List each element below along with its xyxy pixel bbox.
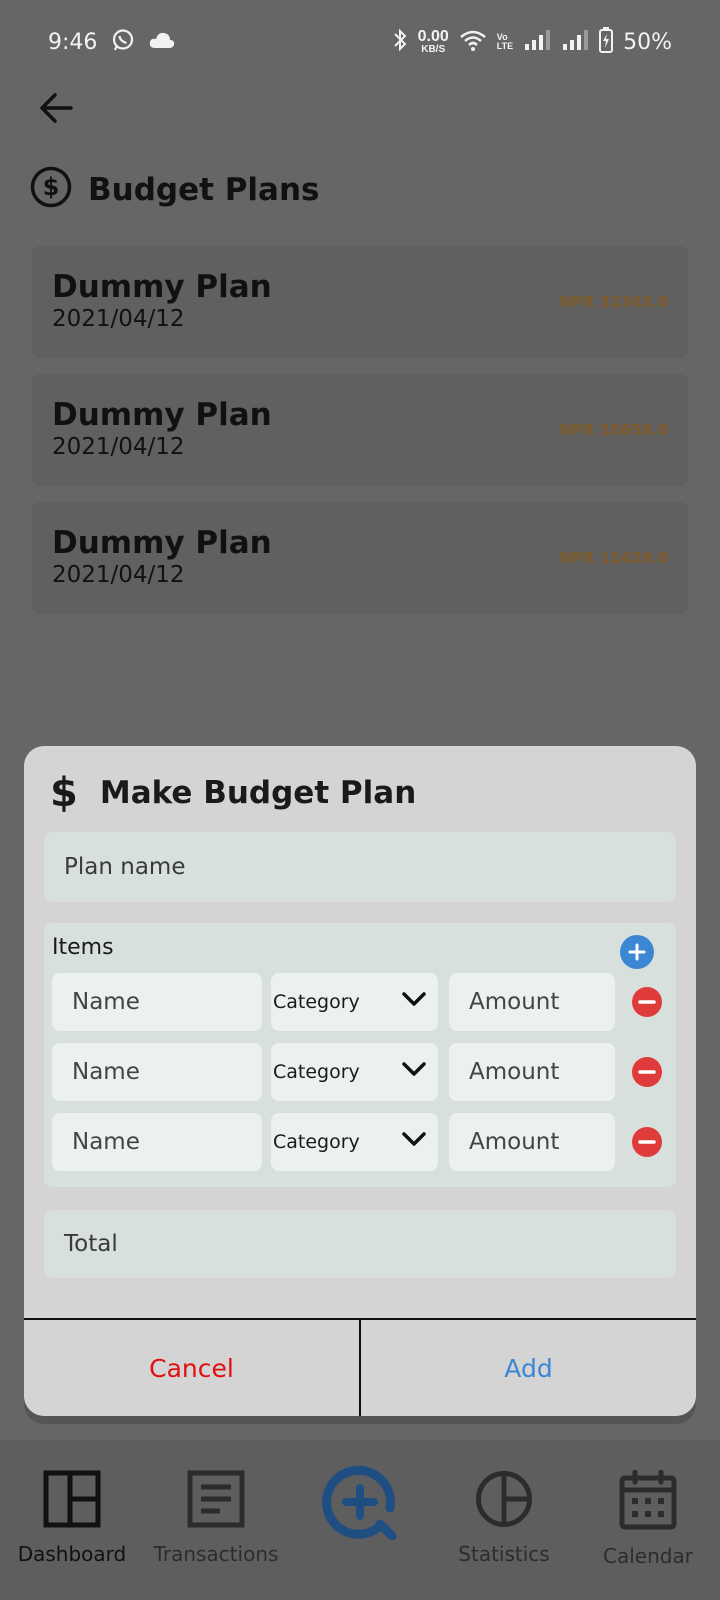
bottom-nav: Dashboard Transactions Statistics Calend… [0, 1440, 720, 1600]
add-button[interactable]: Add [361, 1320, 696, 1416]
plan-card[interactable]: Dummy Plan 2021/04/12 NPR 55858.0 [32, 374, 688, 486]
item-amount-input[interactable]: Amount [449, 1043, 615, 1101]
pie-chart-icon [476, 1471, 532, 1527]
back-button[interactable] [34, 86, 78, 130]
status-time: 9:46 [48, 29, 98, 55]
item-category-value: Category [273, 1131, 360, 1153]
add-item-button[interactable] [620, 935, 654, 969]
nav-statistics[interactable]: Statistics [434, 1470, 574, 1566]
dollar-circle-icon: $ [30, 166, 72, 213]
arrow-left-icon [40, 93, 73, 123]
battery-percent: 50% [623, 29, 672, 55]
nav-label: Transactions [153, 1542, 279, 1566]
whatsapp-icon [111, 28, 135, 57]
item-row: Name Category Amount [52, 1043, 672, 1101]
svg-text:$: $ [43, 173, 60, 201]
plan-card[interactable]: Dummy Plan 2021/04/12 NPR 11429.0 [32, 502, 688, 614]
minus-icon [638, 1000, 656, 1004]
item-category-value: Category [273, 991, 360, 1013]
plus-icon [628, 943, 646, 961]
nav-calendar[interactable]: Calendar [578, 1470, 718, 1568]
item-row: Name Category Amount [52, 1113, 672, 1171]
items-label: Items [52, 935, 114, 960]
signal-icon [561, 29, 589, 55]
remove-item-button[interactable] [632, 987, 662, 1017]
make-budget-plan-dialog: $ Make Budget Plan Plan name Items Name … [24, 746, 696, 1416]
nav-label: Calendar [603, 1544, 693, 1568]
minus-icon [638, 1070, 656, 1074]
item-name-input[interactable]: Name [52, 1113, 262, 1171]
plan-amount: NPR 55858.0 [559, 421, 668, 439]
item-amount-input[interactable]: Amount [449, 973, 615, 1031]
nav-transactions[interactable]: Transactions [146, 1470, 286, 1566]
cloud-icon [149, 31, 175, 54]
plan-list: Dummy Plan 2021/04/12 NPR 32363.0 Dummy … [32, 246, 688, 630]
item-amount-input[interactable]: Amount [449, 1113, 615, 1171]
plan-card[interactable]: Dummy Plan 2021/04/12 NPR 32363.0 [32, 246, 688, 358]
remove-item-button[interactable] [632, 1057, 662, 1087]
status-left: 9:46 [48, 28, 175, 57]
battery-icon [599, 26, 614, 58]
plan-amount: NPR 11429.0 [559, 549, 668, 567]
dialog-actions: Cancel Add [24, 1318, 696, 1416]
nav-label: Statistics [458, 1542, 550, 1566]
dollar-icon: $ [50, 770, 78, 816]
item-category-select[interactable]: Category [271, 1113, 438, 1171]
items-section: Items Name Category Amount Name Category… [44, 923, 676, 1187]
net-speed-value: 0.00 [417, 28, 449, 45]
item-category-value: Category [273, 1061, 360, 1083]
dialog-title: Make Budget Plan [99, 775, 417, 811]
calendar-icon [619, 1470, 677, 1530]
total-field[interactable]: Total [44, 1210, 676, 1278]
plan-amount: NPR 32363.0 [559, 293, 668, 311]
page-title: Budget Plans [88, 171, 320, 208]
cancel-button[interactable]: Cancel [24, 1320, 361, 1416]
nav-dashboard[interactable]: Dashboard [2, 1470, 142, 1566]
add-search-icon [322, 1465, 397, 1541]
minus-icon [638, 1140, 656, 1144]
item-category-select[interactable]: Category [271, 973, 438, 1031]
page-header: $ Budget Plans [30, 166, 320, 213]
volte-indicator: Vo LTE [497, 33, 513, 51]
item-category-select[interactable]: Category [271, 1043, 438, 1101]
nav-label: Dashboard [17, 1542, 127, 1566]
bluetooth-icon [392, 28, 408, 57]
chevron-down-icon [402, 1062, 426, 1076]
transactions-icon [187, 1470, 245, 1528]
net-speed: 0.00 KB/S [418, 29, 449, 55]
status-bar: 9:46 0.00 KB/S Vo LTE 50% [0, 0, 720, 84]
dialog-header: $ Make Budget Plan [50, 770, 416, 816]
volte-bottom: LTE [496, 41, 514, 51]
add-search-fab[interactable] [322, 1464, 398, 1541]
item-name-input[interactable]: Name [52, 973, 262, 1031]
net-speed-unit: KB/S [421, 44, 446, 55]
item-row: Name Category Amount [52, 973, 672, 1031]
item-name-input[interactable]: Name [52, 1043, 262, 1101]
dashboard-icon [43, 1470, 101, 1528]
signal-icon [523, 29, 551, 55]
status-right: 0.00 KB/S Vo LTE 50% [392, 26, 672, 58]
remove-item-button[interactable] [632, 1127, 662, 1157]
wifi-icon [459, 29, 487, 56]
chevron-down-icon [402, 1132, 426, 1146]
chevron-down-icon [402, 992, 426, 1006]
plan-name-input[interactable]: Plan name [44, 832, 676, 902]
